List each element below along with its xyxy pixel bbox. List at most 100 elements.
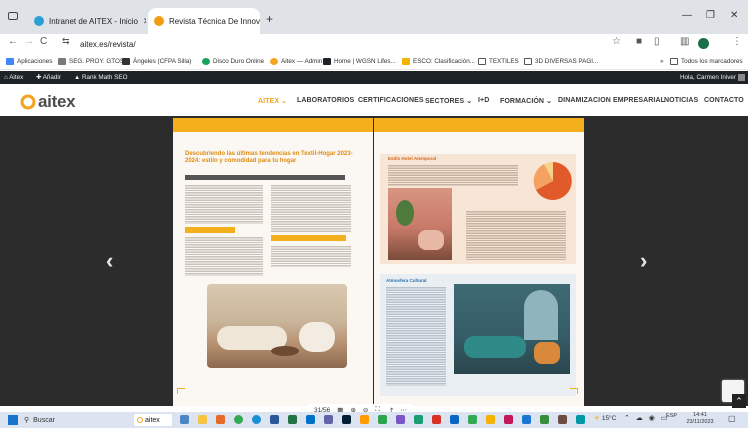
app-icon[interactable] <box>450 415 459 424</box>
menu-formacion[interactable]: FORMACIÓN ⌄ <box>500 97 552 105</box>
back-to-top-icon[interactable]: ⌃ <box>732 394 746 408</box>
app-icon[interactable] <box>432 415 441 424</box>
bookmark-label: Disco Duro Online <box>213 58 265 65</box>
menu-id[interactable]: I+D <box>478 97 489 104</box>
menu-contacto[interactable]: CONTACTO <box>704 97 744 104</box>
illustrator-icon[interactable] <box>360 415 369 424</box>
notifications-icon[interactable]: ▢ <box>728 414 736 423</box>
menu-dinamizacion[interactable]: DINAMIZACION EMPRESARIAL <box>558 97 665 104</box>
body-text-col2 <box>271 184 351 232</box>
outlook-icon[interactable] <box>306 415 315 424</box>
windows-start-icon[interactable] <box>8 415 18 425</box>
app-icon[interactable] <box>522 415 531 424</box>
app-icon[interactable] <box>540 415 549 424</box>
prev-page-icon[interactable]: ‹ <box>106 248 113 274</box>
taskbar-search[interactable]: ⚲ Buscar <box>24 414 124 426</box>
menu-aitex[interactable]: AITEX ⌄ <box>258 97 287 105</box>
other-bookmarks[interactable]: Todos los marcadores <box>670 58 743 65</box>
article-title: Descubriendo las últimas tendencias en T… <box>185 151 353 164</box>
restore-icon[interactable]: ❐ <box>706 10 715 21</box>
app-icon[interactable] <box>486 415 495 424</box>
app-icon[interactable] <box>468 415 477 424</box>
taskview-icon[interactable] <box>180 415 189 424</box>
tray-icons[interactable]: ⌃ ☁ ◉ ▭ <box>624 414 669 422</box>
page-header-band <box>173 118 373 132</box>
chevron-down-icon: ⌄ <box>281 98 288 105</box>
subtitle-bar <box>185 175 345 180</box>
living-room-photo <box>207 284 347 368</box>
menu-noticias[interactable]: NOTICIAS <box>664 97 698 104</box>
aitex-logo[interactable]: aitex <box>20 92 76 112</box>
menu-label: SECTORES <box>425 98 465 105</box>
admin-greeting[interactable]: Hola, Carmen Iniver <box>680 74 745 81</box>
bookmark-3d[interactable]: 3D DIVERSAS PAGI... <box>524 58 598 65</box>
word-icon[interactable] <box>270 415 279 424</box>
side-panel-icon[interactable]: ▥ <box>680 36 689 47</box>
extension-icon[interactable]: ■ <box>636 36 642 47</box>
forward-icon[interactable]: → <box>24 36 34 47</box>
close-window-icon[interactable]: ✕ <box>730 10 738 21</box>
app-icon[interactable] <box>378 415 387 424</box>
body-text-right-mid <box>466 210 566 260</box>
teams-icon[interactable] <box>324 415 333 424</box>
address-bar[interactable]: aitex.es/revista/ <box>80 37 640 52</box>
back-icon[interactable]: ← <box>8 36 18 47</box>
tab-search-icon[interactable] <box>8 12 18 20</box>
bookmark-wgsn[interactable]: Home | WGSN Lifes... <box>323 58 396 65</box>
bookmark-angeles[interactable]: Ángeles (CFPA Silla) <box>122 58 191 65</box>
bookmark-star-icon[interactable]: ☆ <box>612 36 621 47</box>
body-text-col1b <box>185 236 263 276</box>
bookmark-aitex-admin[interactable]: Aitex — Admin <box>270 58 322 65</box>
site-info-icon[interactable]: ⇆ <box>62 36 70 47</box>
bookmark-esco[interactable]: ESCO: Clasificación... <box>402 58 475 65</box>
bookmark-label: Aplicaciones <box>17 58 53 65</box>
tab-title: Revista Técnica De Innovación <box>169 16 260 26</box>
bookmarks-overflow[interactable]: » <box>660 58 664 65</box>
profile-avatar[interactable] <box>698 38 709 49</box>
tab-revista[interactable]: Revista Técnica De Innovación ✕ <box>148 8 260 34</box>
body-text-col1 <box>185 184 263 224</box>
menu-laboratorios[interactable]: LABORATORIOS <box>297 97 354 104</box>
next-page-icon[interactable]: › <box>640 248 647 274</box>
chrome-icon[interactable] <box>234 415 243 424</box>
reload-icon[interactable]: C <box>40 36 47 47</box>
tab-intranet[interactable]: Intranet de AITEX - Inicio ✕ <box>28 8 146 34</box>
new-tab-button[interactable]: + <box>266 12 273 26</box>
menu-sectores[interactable]: SECTORES ⌄ <box>425 97 472 105</box>
app-icon[interactable] <box>396 415 405 424</box>
bookmark-disco[interactable]: Disco Duro Online <box>202 58 264 65</box>
minimize-icon[interactable]: — <box>682 10 692 21</box>
reader-icon[interactable]: ▯ <box>654 36 660 47</box>
window-shape <box>524 290 558 340</box>
admin-add-link[interactable]: ✚ Añadir <box>36 74 61 81</box>
store-icon[interactable] <box>216 415 225 424</box>
bookmark-textiles[interactable]: TEXTILES <box>478 58 519 65</box>
admin-rank-math[interactable]: ▲ Rank Math SEO <box>74 74 127 81</box>
bookmark-label: Home | WGSN Lifes... <box>334 58 396 65</box>
app-icon[interactable] <box>558 415 567 424</box>
menu-certificaciones[interactable]: CERTIFICACIONES <box>358 97 424 104</box>
app-icon[interactable] <box>414 415 423 424</box>
edge-icon[interactable] <box>252 415 261 424</box>
menu-icon[interactable]: ⋮ <box>732 36 742 47</box>
clock[interactable]: 14:41 23/11/2023 <box>682 412 718 426</box>
esco-icon <box>402 58 410 65</box>
clock-date: 23/11/2023 <box>686 419 714 425</box>
bookmark-apps[interactable]: Aplicaciones <box>6 58 52 65</box>
taskbar-app-aitex[interactable]: aitex <box>134 414 172 426</box>
admin-site-link[interactable]: ⌂ Aitex <box>4 74 23 81</box>
language-indicator[interactable]: ESP <box>666 413 677 419</box>
bookmark-label: ESCO: Clasificación... <box>413 58 475 65</box>
section-badge-2 <box>271 235 346 241</box>
bookmark-seg[interactable]: SEG. PROY. GTOS. <box>58 58 126 65</box>
close-tab-icon[interactable]: ✕ <box>143 16 146 27</box>
wp-admin-bar: ⌂ Aitex ✚ Añadir ▲ Rank Math SEO Hola, C… <box>0 71 748 84</box>
app-icon[interactable] <box>504 415 513 424</box>
chevron-down-icon: ⌄ <box>546 98 553 105</box>
excel-icon[interactable] <box>288 415 297 424</box>
photoshop-icon[interactable] <box>342 415 351 424</box>
weather-widget[interactable]: ☀ 15°C <box>594 414 616 423</box>
app-icon[interactable] <box>576 415 585 424</box>
explorer-icon[interactable] <box>198 415 207 424</box>
body-text-right-top <box>388 164 518 186</box>
